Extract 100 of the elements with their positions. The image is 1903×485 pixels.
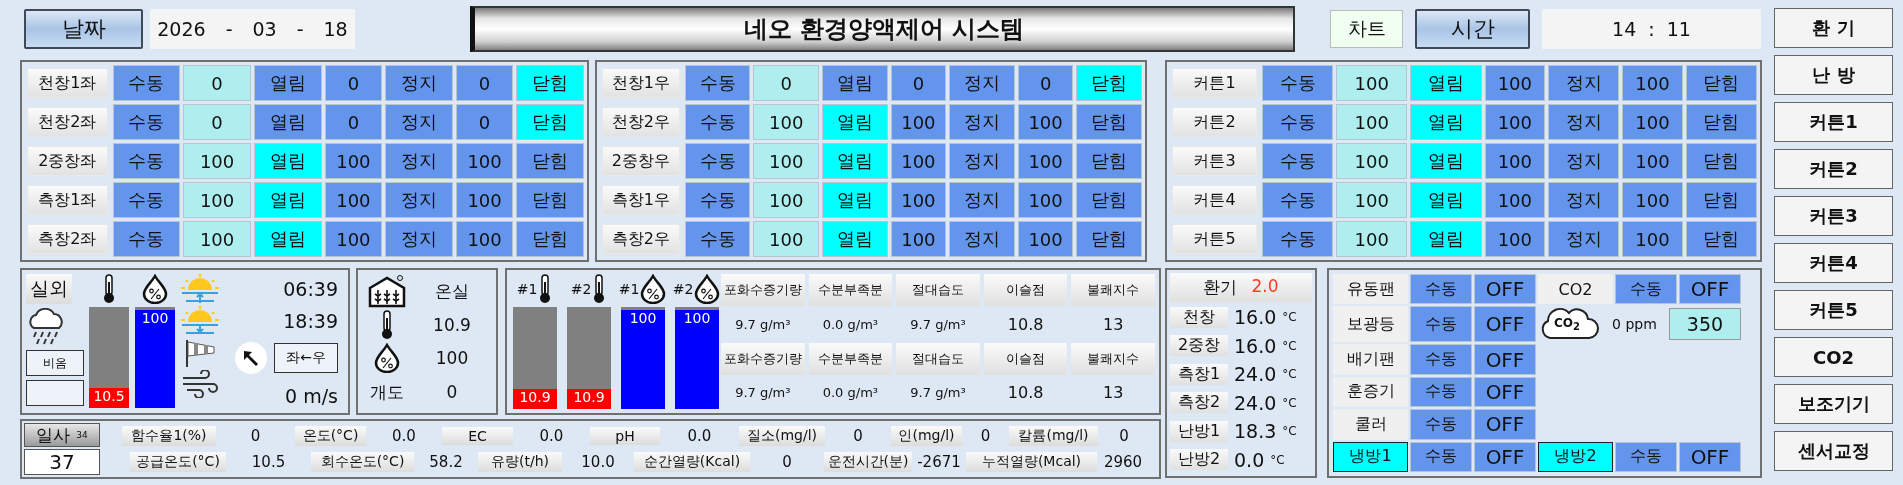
stop-button[interactable]: 정지 — [949, 104, 1015, 140]
mode-button[interactable]: 수동 — [684, 65, 751, 101]
open-button[interactable]: 열림 — [1410, 65, 1482, 101]
reading-value: 0.0 — [686, 427, 713, 445]
mode-button[interactable]: 수동 — [1410, 306, 1472, 343]
open-button[interactable]: 열림 — [253, 143, 322, 179]
menu-button[interactable]: 보조기기 — [1774, 384, 1893, 424]
mode-button[interactable]: 수동 — [1262, 104, 1334, 140]
menu-button[interactable]: 센서교정 — [1774, 431, 1893, 471]
state-button[interactable]: OFF — [1679, 441, 1741, 472]
menu-button[interactable]: 커튼5 — [1774, 290, 1893, 330]
open-button[interactable]: 열림 — [822, 182, 888, 218]
close-button[interactable]: 닫힘 — [1685, 221, 1757, 257]
stop-button[interactable]: 정지 — [1548, 143, 1620, 179]
state-button[interactable]: OFF — [1474, 376, 1536, 408]
stop-button[interactable]: 정지 — [1548, 182, 1620, 218]
stop-value: 100 — [1017, 143, 1074, 179]
stop-button[interactable]: 정지 — [385, 65, 453, 101]
menu-button[interactable]: 커튼4 — [1774, 243, 1893, 283]
stop-button[interactable]: 정지 — [385, 104, 453, 140]
mode-button[interactable]: 수동 — [1410, 274, 1472, 305]
mode-button[interactable]: 수동 — [112, 65, 181, 101]
stop-button[interactable]: 정지 — [949, 221, 1015, 257]
open-value: 0 — [324, 104, 383, 140]
stop-button[interactable]: 정지 — [385, 143, 453, 179]
mode-button[interactable]: 수동 — [684, 221, 751, 257]
close-button[interactable]: 닫힘 — [516, 221, 584, 257]
menu-button[interactable]: 커튼2 — [1774, 149, 1893, 189]
time-button[interactable]: 시간 — [1415, 9, 1530, 49]
mode-button[interactable]: 수동 — [684, 104, 751, 140]
close-button[interactable]: 닫힘 — [516, 182, 584, 218]
open-button[interactable]: 열림 — [822, 221, 888, 257]
menu-button[interactable]: 커튼1 — [1774, 102, 1893, 142]
open-button[interactable]: 열림 — [822, 65, 888, 101]
state-button[interactable]: OFF — [1679, 274, 1741, 305]
mode-button[interactable]: 수동 — [1262, 65, 1334, 101]
close-button[interactable]: 닫힘 — [1685, 182, 1757, 218]
open-button[interactable]: 열림 — [1410, 104, 1482, 140]
wind-direction-button[interactable]: 좌←우 — [274, 343, 338, 374]
solar-field[interactable]: 37 — [24, 449, 100, 475]
open-button[interactable]: 열림 — [253, 182, 322, 218]
close-button[interactable]: 닫힘 — [1076, 65, 1142, 101]
solar-button[interactable]: 일사 34 — [24, 423, 100, 447]
open-button[interactable]: 열림 — [253, 221, 322, 257]
open-button[interactable]: 열림 — [822, 104, 888, 140]
state-button[interactable]: OFF — [1474, 409, 1536, 440]
mode-button[interactable]: 수동 — [1410, 441, 1472, 472]
mode-button[interactable]: 수동 — [1262, 182, 1334, 218]
mode-button[interactable]: 수동 — [112, 104, 181, 140]
mode-button[interactable]: 수동 — [684, 182, 751, 218]
stop-button[interactable]: 정지 — [1548, 65, 1620, 101]
mode-button[interactable]: 수동 — [1615, 274, 1677, 305]
menu-button[interactable]: CO2 — [1774, 337, 1893, 377]
date-button[interactable]: 날짜 — [24, 9, 143, 49]
open-button[interactable]: 열림 — [1410, 182, 1482, 218]
state-button[interactable]: OFF — [1474, 306, 1536, 343]
stop-button[interactable]: 정지 — [949, 65, 1015, 101]
mode-button[interactable]: 수동 — [112, 221, 181, 257]
co2-setpoint-field[interactable]: 350 — [1669, 308, 1741, 341]
open-button[interactable]: 열림 — [1410, 143, 1482, 179]
chart-button[interactable]: 차트 — [1330, 10, 1403, 48]
open-button[interactable]: 열림 — [253, 104, 322, 140]
mode-button[interactable]: 수동 — [1410, 376, 1472, 408]
state-button[interactable]: OFF — [1474, 274, 1536, 305]
close-button[interactable]: 닫힘 — [1076, 104, 1142, 140]
open-button[interactable]: 열림 — [822, 143, 888, 179]
mode-button[interactable]: 수동 — [1410, 409, 1472, 440]
menu-button[interactable]: 난 방 — [1774, 55, 1893, 95]
mode-button[interactable]: 수동 — [1262, 143, 1334, 179]
open-button[interactable]: 열림 — [1410, 221, 1482, 257]
stop-button[interactable]: 정지 — [1548, 104, 1620, 140]
stop-button[interactable]: 정지 — [385, 221, 453, 257]
close-button[interactable]: 닫힘 — [516, 65, 584, 101]
stop-button[interactable]: 정지 — [949, 182, 1015, 218]
mode-button[interactable]: 수동 — [112, 182, 181, 218]
close-button[interactable]: 닫힘 — [516, 143, 584, 179]
stop-button[interactable]: 정지 — [1548, 221, 1620, 257]
date-field[interactable]: 2026 - 03 - 18 — [150, 9, 355, 49]
close-button[interactable]: 닫힘 — [1076, 221, 1142, 257]
open-button[interactable]: 열림 — [253, 65, 322, 101]
close-button[interactable]: 닫힘 — [1685, 143, 1757, 179]
time-field[interactable]: 14 : 11 — [1542, 9, 1761, 49]
mode-button[interactable]: 수동 — [1262, 221, 1334, 257]
reading-value: 10.0 — [580, 453, 616, 471]
stop-button[interactable]: 정지 — [949, 143, 1015, 179]
menu-button[interactable]: 환 기 — [1774, 8, 1893, 48]
mode-button[interactable]: 수동 — [1410, 344, 1472, 375]
close-button[interactable]: 닫힘 — [516, 104, 584, 140]
state-button[interactable]: OFF — [1474, 344, 1536, 375]
mode-button[interactable]: 수동 — [1615, 441, 1677, 472]
mode-button[interactable]: 수동 — [112, 143, 181, 179]
close-button[interactable]: 닫힘 — [1685, 104, 1757, 140]
open-value: 100 — [1484, 143, 1546, 179]
menu-button[interactable]: 커튼3 — [1774, 196, 1893, 236]
close-button[interactable]: 닫힘 — [1076, 143, 1142, 179]
close-button[interactable]: 닫힘 — [1685, 65, 1757, 101]
close-button[interactable]: 닫힘 — [1076, 182, 1142, 218]
mode-button[interactable]: 수동 — [684, 143, 751, 179]
state-button[interactable]: OFF — [1474, 441, 1536, 472]
stop-button[interactable]: 정지 — [385, 182, 453, 218]
